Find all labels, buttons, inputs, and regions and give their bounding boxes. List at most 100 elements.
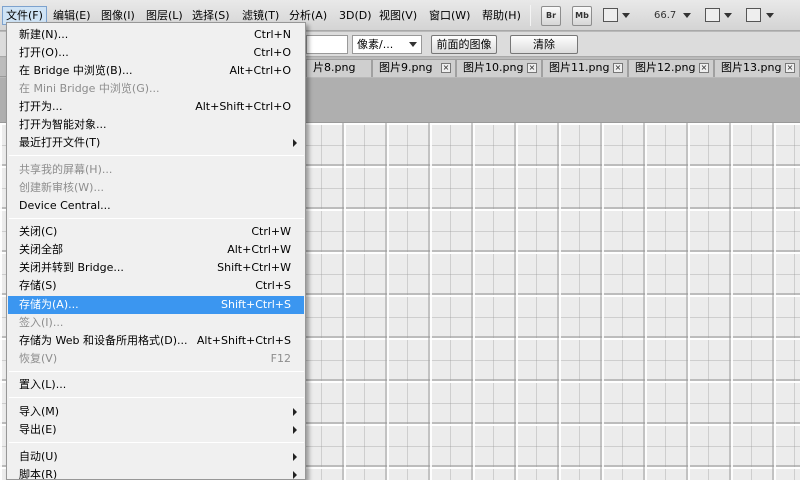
tab-label: 图片13.png [721, 61, 782, 74]
view-extras-icon[interactable] [603, 8, 618, 22]
submenu-arrow-icon [293, 426, 297, 434]
submenu-arrow-icon [293, 139, 297, 147]
menu-item-save-for-web[interactable]: 存储为 Web 和设备所用格式(D)... Alt+Shift+Ctrl+S [8, 332, 304, 350]
screen-mode-icon[interactable] [746, 8, 761, 22]
menu-item-label: 置入(L)... [19, 378, 67, 391]
menu-item-label: 打开(O)... [19, 46, 69, 59]
file-menu: 新建(N)... Ctrl+N 打开(O)... Ctrl+O 在 Bridge… [6, 22, 306, 480]
menu-item-label: 在 Mini Bridge 中浏览(G)... [19, 82, 160, 95]
menu-item-browse-bridge[interactable]: 在 Bridge 中浏览(B)... Alt+Ctrl+O [8, 62, 304, 80]
chevron-down-icon [409, 42, 417, 47]
menu-separator [9, 218, 304, 219]
menu-item-save-as[interactable]: 存储为(A)... Shift+Ctrl+S [8, 296, 304, 314]
menu-item-shortcut: Alt+Shift+Ctrl+S [196, 334, 291, 347]
menu-item-check-in: 签入(I)... [8, 314, 304, 332]
submenu-arrow-icon [293, 408, 297, 416]
menu-item-recent-files[interactable]: 最近打开文件(T) [8, 134, 304, 152]
menu-item-label: 脚本(R) [19, 468, 58, 480]
menu-item-revert: 恢复(V) F12 [8, 350, 304, 368]
menu-item-label: 打开为智能对象... [19, 118, 107, 131]
menu-item-shortcut: Ctrl+W [251, 225, 291, 238]
menu-item-label: 自动(U) [19, 450, 58, 463]
menu-item-label: 创建新审核(W)... [19, 181, 104, 194]
menu-item-label: 关闭全部 [19, 243, 63, 256]
menu-item-open-smart-object[interactable]: 打开为智能对象... [8, 116, 304, 134]
menu-item-share-screen: 共享我的屏幕(H)... [8, 161, 304, 179]
front-image-button[interactable]: 前面的图像 [431, 35, 497, 54]
menu-item-save[interactable]: 存储(S) Ctrl+S [8, 277, 304, 295]
close-icon[interactable]: × [527, 63, 537, 73]
menu-view[interactable]: 视图(V) [376, 6, 420, 25]
menu-item-label: 存储为(A)... [19, 298, 79, 311]
menu-item-close-go-bridge[interactable]: 关闭并转到 Bridge... Shift+Ctrl+W [8, 259, 304, 277]
menu-3d[interactable]: 3D(D) [336, 6, 375, 25]
menu-item-device-central[interactable]: Device Central... [8, 197, 304, 215]
menu-item-label: 新建(N)... [19, 28, 69, 41]
chevron-down-icon[interactable] [683, 13, 691, 18]
chevron-down-icon[interactable] [724, 13, 732, 18]
tab-label: 图片11.png [549, 61, 610, 74]
menu-item-label: 关闭并转到 Bridge... [19, 261, 124, 274]
menu-item-place[interactable]: 置入(L)... [8, 376, 304, 394]
tab-image-9[interactable]: 图片9.png × [372, 59, 456, 77]
tab-label: 片8.png [313, 61, 356, 74]
menu-item-create-review: 创建新审核(W)... [8, 179, 304, 197]
tab-image-13[interactable]: 图片13.png × [714, 59, 800, 77]
menu-separator [9, 371, 304, 372]
close-icon[interactable]: × [613, 63, 623, 73]
menu-item-label: 恢复(V) [19, 352, 58, 365]
unit-select[interactable]: 像素/... [352, 35, 422, 54]
menu-item-label: 打开为... [19, 100, 63, 113]
resolution-input[interactable] [306, 35, 348, 54]
zoom-level[interactable]: 66.7 [654, 8, 676, 24]
menu-item-import[interactable]: 导入(M) [8, 403, 304, 421]
menu-item-shortcut: Shift+Ctrl+W [217, 261, 291, 274]
submenu-arrow-icon [293, 453, 297, 461]
menubar-divider [530, 5, 531, 26]
menu-item-new[interactable]: 新建(N)... Ctrl+N [8, 26, 304, 44]
unit-select-value: 像素/... [357, 38, 394, 51]
menu-separator [9, 155, 304, 156]
menu-item-label: 关闭(C) [19, 225, 58, 238]
menu-window[interactable]: 窗口(W) [426, 6, 473, 25]
chevron-down-icon[interactable] [622, 13, 630, 18]
menu-item-label: 共享我的屏幕(H)... [19, 163, 113, 176]
menu-item-label: Device Central... [19, 199, 111, 212]
close-icon[interactable]: × [785, 63, 795, 73]
menu-separator [9, 442, 304, 443]
arrange-documents-icon[interactable] [705, 8, 720, 22]
menu-item-label: 存储(S) [19, 279, 57, 292]
menu-item-close[interactable]: 关闭(C) Ctrl+W [8, 223, 304, 241]
menu-item-shortcut: F12 [270, 352, 291, 365]
menu-item-shortcut: Alt+Shift+Ctrl+O [195, 100, 291, 113]
menu-item-export[interactable]: 导出(E) [8, 421, 304, 439]
clear-button[interactable]: 清除 [510, 35, 578, 54]
menu-item-shortcut: Alt+Ctrl+O [229, 64, 291, 77]
menu-item-close-all[interactable]: 关闭全部 Alt+Ctrl+W [8, 241, 304, 259]
close-icon[interactable]: × [699, 63, 709, 73]
close-icon[interactable]: × [441, 63, 451, 73]
menu-help[interactable]: 帮助(H) [479, 6, 524, 25]
bridge-button[interactable]: Br [541, 6, 561, 26]
menu-item-shortcut: Shift+Ctrl+S [221, 298, 291, 311]
menu-item-label: 导出(E) [19, 423, 57, 436]
tab-image-10[interactable]: 图片10.png × [456, 59, 542, 77]
chevron-down-icon[interactable] [766, 13, 774, 18]
menu-item-label: 在 Bridge 中浏览(B)... [19, 64, 133, 77]
menu-item-open-as[interactable]: 打开为... Alt+Shift+Ctrl+O [8, 98, 304, 116]
tab-image-12[interactable]: 图片12.png × [628, 59, 714, 77]
tab-image-11[interactable]: 图片11.png × [542, 59, 628, 77]
menu-item-shortcut: Alt+Ctrl+W [227, 243, 291, 256]
tab-label: 图片12.png [635, 61, 696, 74]
menu-separator [9, 397, 304, 398]
menu-item-scripts[interactable]: 脚本(R) [8, 466, 304, 480]
menu-item-shortcut: Ctrl+N [253, 28, 291, 41]
mini-bridge-button[interactable]: Mb [572, 6, 592, 26]
tab-label: 图片10.png [463, 61, 524, 74]
tab-label: 图片9.png [379, 61, 433, 74]
menu-item-label: 签入(I)... [19, 316, 64, 329]
menu-item-browse-mini-bridge: 在 Mini Bridge 中浏览(G)... [8, 80, 304, 98]
tab-image-8[interactable]: 片8.png × [306, 59, 372, 77]
menu-item-automate[interactable]: 自动(U) [8, 448, 304, 466]
menu-item-open[interactable]: 打开(O)... Ctrl+O [8, 44, 304, 62]
